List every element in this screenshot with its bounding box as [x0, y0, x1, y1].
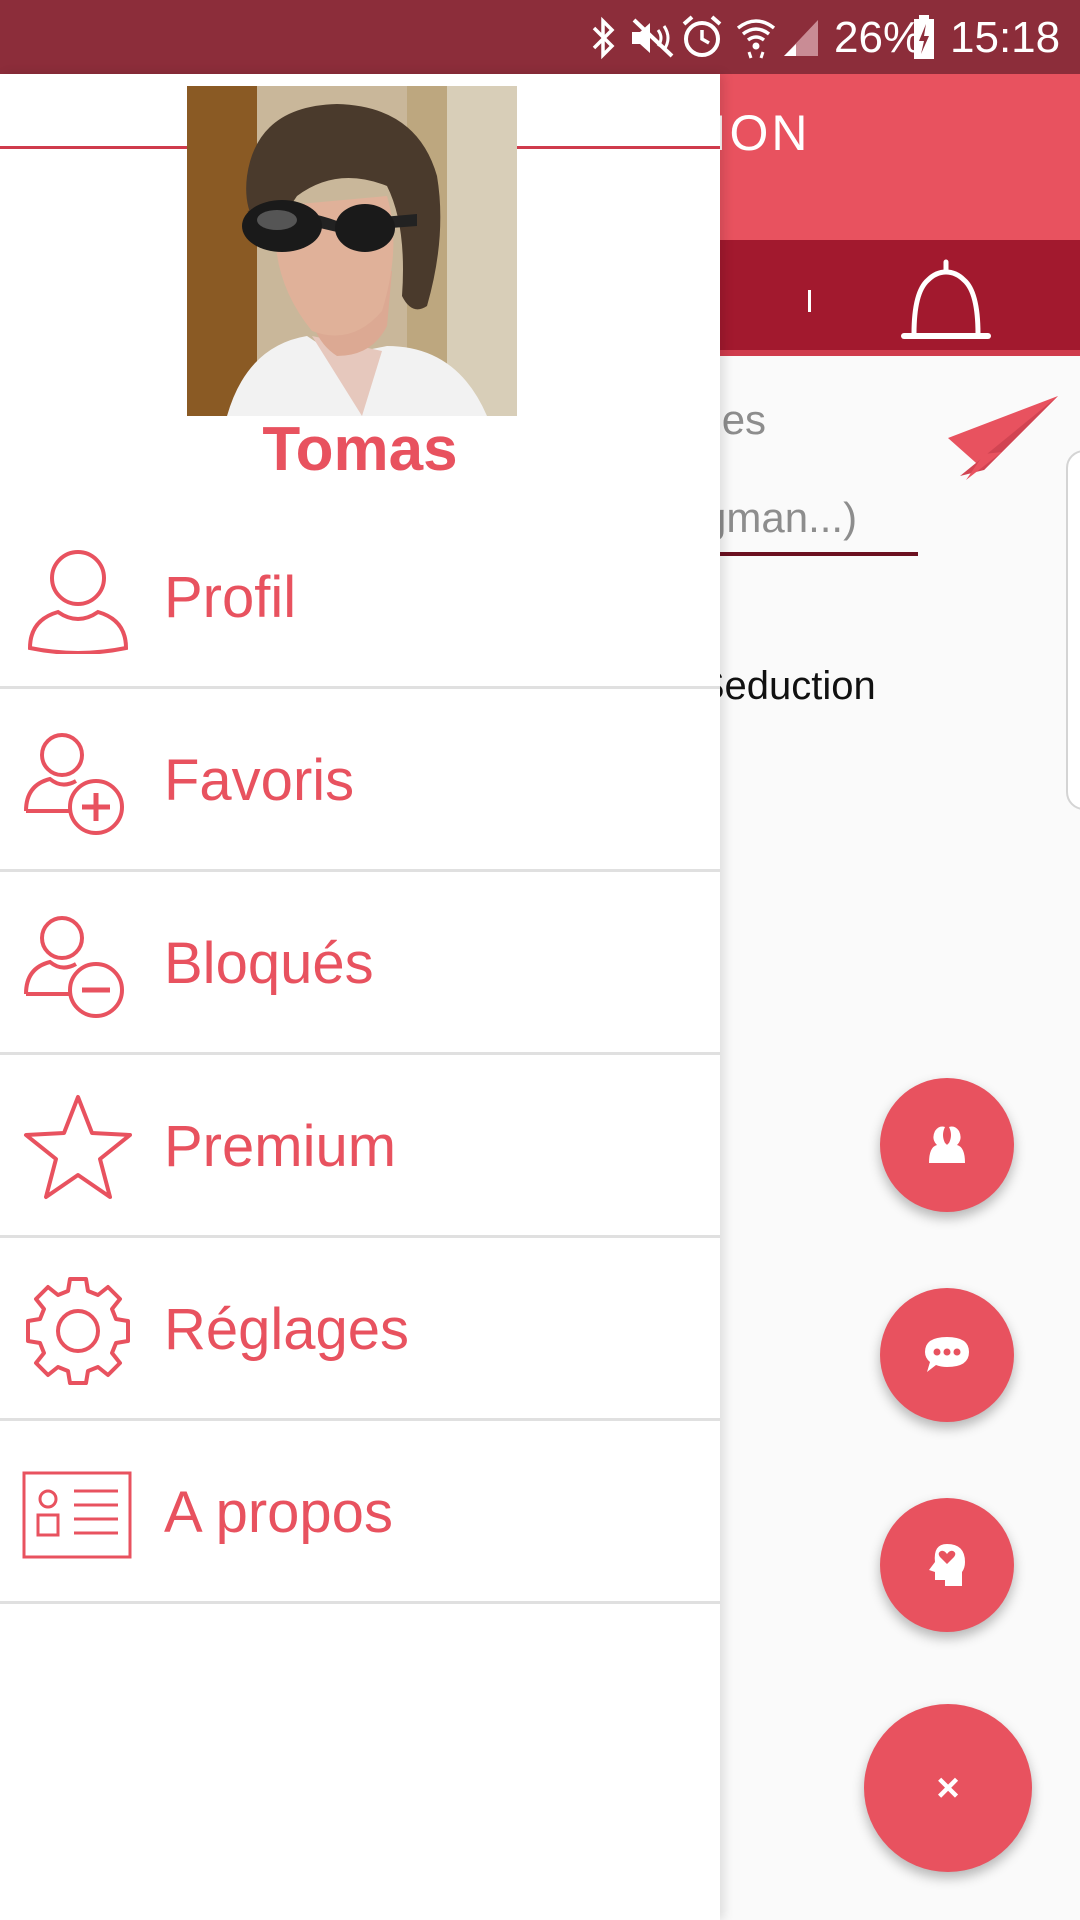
menu-item-premium[interactable]: Premium: [0, 1055, 720, 1238]
bell-icon[interactable]: [900, 252, 992, 348]
menu-item-label: Réglages: [164, 1297, 410, 1362]
star-icon: [24, 1095, 132, 1199]
mind-fab-button[interactable]: [880, 1498, 1014, 1632]
battery-percent: 26%: [834, 13, 923, 62]
menu-item-reglages[interactable]: Réglages: [0, 1238, 720, 1421]
wifi-icon: [736, 19, 776, 59]
menu-item-label: Bloqués: [164, 931, 374, 996]
remove-user-icon: [24, 916, 124, 1018]
battery-icon: [914, 15, 934, 59]
avatar[interactable]: [187, 86, 517, 416]
gear-icon: [26, 1277, 130, 1385]
menu-item-favoris[interactable]: Favoris: [0, 689, 720, 872]
bluetooth-icon: [592, 16, 615, 60]
add-user-icon: [24, 733, 124, 835]
about-card-icon: [22, 1471, 132, 1559]
mute-icon: [632, 18, 674, 58]
people-fab-button[interactable]: [880, 1078, 1014, 1212]
signal-icon: [784, 20, 818, 56]
menu-item-label: Profil: [164, 565, 297, 630]
user-name-text: Tomas: [262, 415, 458, 484]
head-heart-icon: [929, 1544, 965, 1586]
status-bar: 26% 15:18: [0, 0, 1080, 74]
profile-icon: [27, 550, 129, 654]
clock-time: 15:18: [950, 13, 1061, 62]
user-name: Tomas: [0, 414, 720, 485]
send-icon[interactable]: [944, 392, 1062, 484]
navigation-drawer: Tomas Profil Favoris Bloqués Premium Rég…: [0, 74, 720, 1920]
alarm-icon: [682, 15, 722, 57]
avatar-photo: [187, 86, 517, 416]
close-fab-button[interactable]: ×: [864, 1704, 1032, 1872]
chat-icon: [925, 1337, 969, 1372]
menu-item-label: Premium: [164, 1114, 397, 1179]
menu-item-profil[interactable]: Profil: [0, 506, 720, 689]
menu-item-label: A propos: [164, 1480, 393, 1545]
menu-item-bloques[interactable]: Bloqués: [0, 872, 720, 1055]
menu-item-a-propos[interactable]: A propos: [0, 1421, 720, 1604]
close-icon: ×: [936, 1765, 960, 1810]
chat-fab-button[interactable]: [880, 1288, 1014, 1422]
people-icon: [929, 1126, 965, 1163]
content-card[interactable]: [1066, 450, 1080, 810]
menu-item-label: Favoris: [164, 748, 355, 813]
tab-divider: [808, 290, 811, 312]
